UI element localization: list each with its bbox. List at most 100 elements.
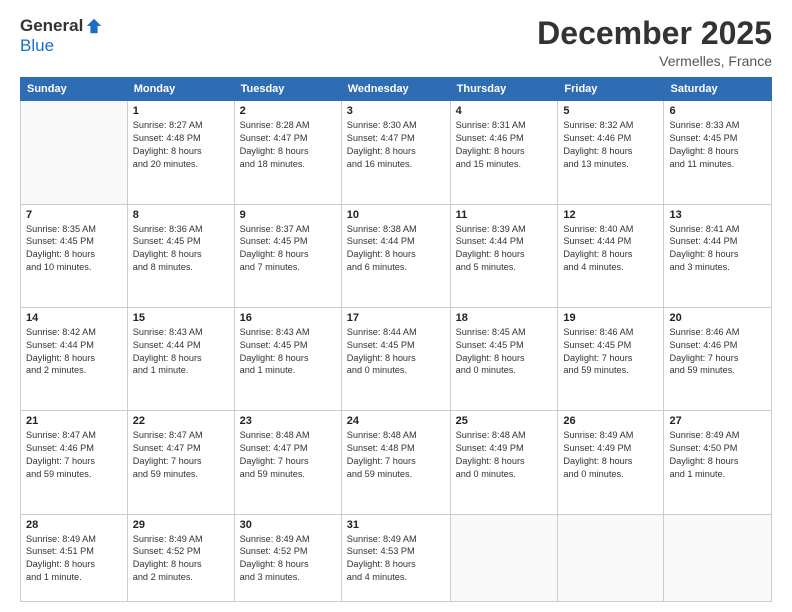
day-info: Sunrise: 8:37 AMSunset: 4:45 PMDaylight:… [240, 223, 336, 275]
day-info: Sunrise: 8:41 AMSunset: 4:44 PMDaylight:… [669, 223, 766, 275]
day-info: Sunrise: 8:42 AMSunset: 4:44 PMDaylight:… [26, 326, 122, 378]
calendar-cell [450, 514, 558, 602]
logo-general-text: General [20, 16, 83, 36]
calendar-cell: 9 Sunrise: 8:37 AMSunset: 4:45 PMDaylight… [234, 204, 341, 307]
calendar-cell: 27 Sunrise: 8:49 AMSunset: 4:50 PMDayligh… [664, 411, 772, 514]
col-sunday: Sunday [21, 78, 128, 101]
day-info: Sunrise: 8:30 AMSunset: 4:47 PMDaylight:… [347, 119, 445, 171]
day-info: Sunrise: 8:49 AMSunset: 4:49 PMDaylight:… [563, 429, 658, 481]
day-number: 22 [133, 415, 229, 427]
day-number: 19 [563, 312, 658, 324]
day-number: 27 [669, 415, 766, 427]
day-number: 9 [240, 209, 336, 221]
day-info: Sunrise: 8:49 AMSunset: 4:53 PMDaylight:… [347, 533, 445, 585]
calendar-cell: 2Sunrise: 8:28 AMSunset: 4:47 PMDaylight… [234, 101, 341, 204]
day-number: 25 [456, 415, 553, 427]
day-info: Sunrise: 8:49 AMSunset: 4:52 PMDaylight:… [133, 533, 229, 585]
day-info: Sunrise: 8:33 AMSunset: 4:45 PMDaylight:… [669, 119, 766, 171]
calendar-cell: 10Sunrise: 8:38 AMSunset: 4:44 PMDayligh… [341, 204, 450, 307]
day-number: 16 [240, 312, 336, 324]
calendar-cell: 23 Sunrise: 8:48 AMSunset: 4:47 PMDayligh… [234, 411, 341, 514]
col-saturday: Saturday [664, 78, 772, 101]
calendar-cell: 25 Sunrise: 8:48 AMSunset: 4:49 PMDayligh… [450, 411, 558, 514]
col-thursday: Thursday [450, 78, 558, 101]
calendar-cell: 5 Sunrise: 8:32 AMSunset: 4:46 PMDaylight… [558, 101, 664, 204]
calendar-cell: 22 Sunrise: 8:47 AMSunset: 4:47 PMDayligh… [127, 411, 234, 514]
calendar-cell [21, 101, 128, 204]
calendar-cell: 8 Sunrise: 8:36 AMSunset: 4:45 PMDaylight… [127, 204, 234, 307]
calendar-cell: 12 Sunrise: 8:40 AMSunset: 4:44 PMDayligh… [558, 204, 664, 307]
day-info: Sunrise: 8:44 AMSunset: 4:45 PMDaylight:… [347, 326, 445, 378]
calendar-cell: 28 Sunrise: 8:49 AMSunset: 4:51 PMDayligh… [21, 514, 128, 602]
day-info: Sunrise: 8:48 AMSunset: 4:48 PMDaylight:… [347, 429, 445, 481]
day-number: 5 [563, 105, 658, 117]
calendar-cell: 15Sunrise: 8:43 AMSunset: 4:44 PMDayligh… [127, 307, 234, 410]
calendar-cell [664, 514, 772, 602]
day-info: Sunrise: 8:45 AMSunset: 4:45 PMDaylight:… [456, 326, 553, 378]
day-number: 31 [347, 519, 445, 531]
day-number: 3 [347, 105, 445, 117]
calendar-cell: 21 Sunrise: 8:47 AMSunset: 4:46 PMDayligh… [21, 411, 128, 514]
day-number: 30 [240, 519, 336, 531]
day-number: 20 [669, 312, 766, 324]
day-info: Sunrise: 8:49 AMSunset: 4:52 PMDaylight:… [240, 533, 336, 585]
day-info: Sunrise: 8:48 AMSunset: 4:47 PMDaylight:… [240, 429, 336, 481]
day-info: Sunrise: 8:43 AMSunset: 4:44 PMDaylight:… [133, 326, 229, 378]
day-number: 21 [26, 415, 122, 427]
day-number: 4 [456, 105, 553, 117]
day-number: 1 [133, 105, 229, 117]
calendar-cell [558, 514, 664, 602]
col-friday: Friday [558, 78, 664, 101]
day-info: Sunrise: 8:31 AMSunset: 4:46 PMDaylight:… [456, 119, 553, 171]
location: Vermelles, France [537, 53, 772, 69]
day-info: Sunrise: 8:43 AMSunset: 4:45 PMDaylight:… [240, 326, 336, 378]
day-number: 11 [456, 209, 553, 221]
day-info: Sunrise: 8:47 AMSunset: 4:46 PMDaylight:… [26, 429, 122, 481]
header: General Blue December 2025 Vermelles, Fr… [20, 16, 772, 69]
title-block: December 2025 Vermelles, France [537, 16, 772, 69]
logo: General Blue [20, 16, 103, 56]
calendar-cell: 29 Sunrise: 8:49 AMSunset: 4:52 PMDayligh… [127, 514, 234, 602]
calendar-cell: 6Sunrise: 8:33 AMSunset: 4:45 PMDaylight… [664, 101, 772, 204]
day-info: Sunrise: 8:46 AMSunset: 4:46 PMDaylight:… [669, 326, 766, 378]
day-info: Sunrise: 8:27 AMSunset: 4:48 PMDaylight:… [133, 119, 229, 171]
day-number: 28 [26, 519, 122, 531]
day-number: 14 [26, 312, 122, 324]
day-number: 13 [669, 209, 766, 221]
month-title: December 2025 [537, 16, 772, 51]
day-info: Sunrise: 8:48 AMSunset: 4:49 PMDaylight:… [456, 429, 553, 481]
day-number: 23 [240, 415, 336, 427]
day-info: Sunrise: 8:35 AMSunset: 4:45 PMDaylight:… [26, 223, 122, 275]
page: General Blue December 2025 Vermelles, Fr… [0, 0, 792, 612]
calendar-cell: 31 Sunrise: 8:49 AMSunset: 4:53 PMDayligh… [341, 514, 450, 602]
calendar-cell: 17 Sunrise: 8:44 AMSunset: 4:45 PMDayligh… [341, 307, 450, 410]
col-tuesday: Tuesday [234, 78, 341, 101]
calendar-cell: 20 Sunrise: 8:46 AMSunset: 4:46 PMDayligh… [664, 307, 772, 410]
day-number: 2 [240, 105, 336, 117]
day-number: 10 [347, 209, 445, 221]
day-number: 12 [563, 209, 658, 221]
calendar-cell: 7 Sunrise: 8:35 AMSunset: 4:45 PMDaylight… [21, 204, 128, 307]
day-info: Sunrise: 8:40 AMSunset: 4:44 PMDaylight:… [563, 223, 658, 275]
calendar-cell: 16 Sunrise: 8:43 AMSunset: 4:45 PMDayligh… [234, 307, 341, 410]
logo-blue-text: Blue [20, 36, 54, 56]
day-info: Sunrise: 8:32 AMSunset: 4:46 PMDaylight:… [563, 119, 658, 171]
day-info: Sunrise: 8:49 AMSunset: 4:51 PMDaylight:… [26, 533, 122, 585]
day-number: 8 [133, 209, 229, 221]
col-wednesday: Wednesday [341, 78, 450, 101]
day-number: 17 [347, 312, 445, 324]
day-number: 29 [133, 519, 229, 531]
logo-icon [85, 17, 103, 35]
day-number: 18 [456, 312, 553, 324]
calendar-cell: 3 Sunrise: 8:30 AMSunset: 4:47 PMDaylight… [341, 101, 450, 204]
calendar-cell: 24Sunrise: 8:48 AMSunset: 4:48 PMDayligh… [341, 411, 450, 514]
calendar-cell: 18 Sunrise: 8:45 AMSunset: 4:45 PMDayligh… [450, 307, 558, 410]
day-number: 26 [563, 415, 658, 427]
day-info: Sunrise: 8:49 AMSunset: 4:50 PMDaylight:… [669, 429, 766, 481]
calendar-cell: 11 Sunrise: 8:39 AMSunset: 4:44 PMDayligh… [450, 204, 558, 307]
calendar-cell: 26 Sunrise: 8:49 AMSunset: 4:49 PMDayligh… [558, 411, 664, 514]
day-info: Sunrise: 8:39 AMSunset: 4:44 PMDaylight:… [456, 223, 553, 275]
day-number: 7 [26, 209, 122, 221]
day-info: Sunrise: 8:47 AMSunset: 4:47 PMDaylight:… [133, 429, 229, 481]
day-info: Sunrise: 8:36 AMSunset: 4:45 PMDaylight:… [133, 223, 229, 275]
